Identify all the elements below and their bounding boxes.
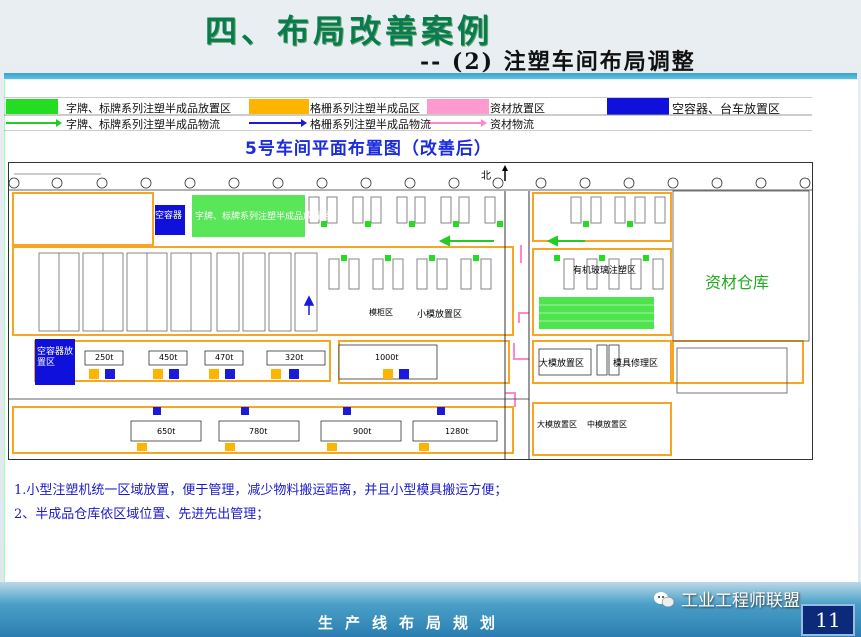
north-label: 北	[481, 171, 491, 182]
title-divider-bar	[4, 73, 857, 79]
area-label-mold-repair: 模具修理区	[613, 359, 659, 369]
area-label-empty-container: 空容器	[155, 211, 183, 221]
area-label-cabinet: 模柜区	[369, 308, 393, 317]
legend-label-blue-flow: 格栅系列注塑半成品物流	[310, 118, 431, 131]
machine-label-320t: 320t	[285, 353, 304, 362]
floor-plan-drawing	[9, 165, 812, 459]
note-2: 2、半成品仓库依区域位置、先进先出管理；	[14, 507, 270, 522]
slide: 四、布局改善案例 -- (2) 注塑车间布局调整 字牌、标牌系列注塑半成品放置区…	[0, 0, 861, 637]
machine-label-900t: 900t	[353, 427, 372, 436]
area-label-mid-mold: 中模放置区	[587, 420, 627, 429]
notes: 1.小型注塑机统一区域放置，便于管理，减少物料搬运距离，并且小型模具搬运方便； …	[14, 479, 507, 527]
watermark-text: 工业工程师联盟	[681, 591, 800, 611]
legend: 字牌、标牌系列注塑半成品放置区 格栅系列注塑半成品区 资材放置区 空容器、台车放…	[4, 97, 812, 131]
note-1: 1.小型注塑机统一区域放置，便于管理，减少物料搬运距离，并且小型模具搬运方便；	[14, 483, 508, 498]
page-number: 11	[801, 604, 855, 636]
column-grid-markers	[9, 177, 811, 189]
watermark: 工业工程师联盟	[653, 586, 800, 611]
wechat-icon	[654, 592, 675, 608]
slide-subtitle: -- (2) 注塑车间布局调整	[420, 49, 696, 75]
area-label-small-molds: 小模放置区	[417, 310, 463, 320]
machine-label-450t: 450t	[159, 353, 178, 362]
machine-label-1000t: 1000t	[375, 353, 399, 362]
area-label-blue-left: 空容器放置区	[37, 347, 74, 368]
machine-label-470t: 470t	[215, 353, 234, 362]
racks	[38, 252, 318, 332]
blue-flow-arrows	[303, 295, 315, 315]
area-label-large-mold: 大模放置区	[539, 359, 585, 369]
machine-row-top	[308, 196, 666, 224]
floor-plan: 北 字牌、标牌系列注塑半成品放置区 空容器 小模放置区 模柜区 资材仓库 有机玻…	[8, 162, 813, 460]
footer-title: 生产线布局规划	[318, 614, 508, 632]
machine-label-650t: 650t	[157, 427, 176, 436]
plan-heading: 5号车间平面布置图（改善后）	[245, 139, 492, 159]
legend-label-green-flow: 字牌、标牌系列注塑半成品物流	[66, 118, 220, 131]
area-label-large-mold-2: 大模放置区	[537, 420, 577, 429]
green-flow-arrows	[438, 235, 585, 247]
machine-label-780t: 780t	[249, 427, 268, 436]
machine-label-1280t: 1280t	[445, 427, 469, 436]
machine-label-250t: 250t	[95, 353, 114, 362]
area-label-char-semi-finished: 字牌、标牌系列注塑半成品放置区	[195, 212, 331, 222]
legend-label-pink-flow: 资材物流	[490, 118, 534, 131]
area-label-material-warehouse: 资材仓库	[705, 273, 770, 292]
area-label-organic-semi: 有机玻璃注塑区	[573, 266, 637, 276]
